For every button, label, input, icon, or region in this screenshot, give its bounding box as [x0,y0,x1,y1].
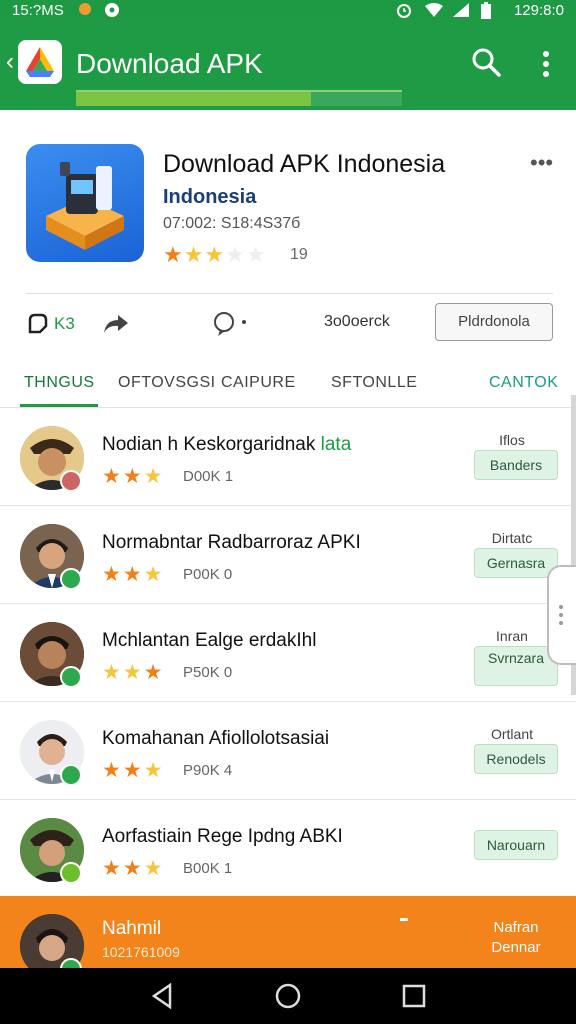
system-nav-bar [0,968,576,1024]
download-progress-bar [76,90,402,106]
status-badge [60,470,82,492]
overflow-menu-icon[interactable]: ••• [530,150,553,176]
list-item-tag-button[interactable]: Banders [474,450,558,480]
featured-right-top: Nafran [493,919,539,936]
list-item[interactable]: Komahanan Afiollolotsasiai ★★★ P90K 4 Or… [0,702,576,800]
app-name: Download APK Indonesia [163,150,446,178]
list-item-count: P00K 0 [183,566,233,583]
list-item-count: P50K 0 [183,664,233,681]
list-item[interactable]: Mchlantan Ealge erdakIhl ★★★ P50K 0 Inra… [0,604,576,702]
recents-nav-icon[interactable] [400,982,428,1010]
star-icon: ★ [183,242,205,267]
divider [26,293,553,294]
list-item-tag-button[interactable]: Gernasra [474,548,558,578]
notification-icon [78,2,92,19]
featured-dash [400,918,408,921]
middle-action-label[interactable]: 3o0oerck [324,313,390,331]
app-bar: ‹ Download APK [0,22,576,110]
list-item-title: Aorfastiain Rege Ipdng ABKI [102,826,343,847]
featured-title: Nahmil [102,918,162,939]
tab-cantok[interactable]: CANTOK [489,374,558,392]
status-bar: 15:?MS 129:8:0 [0,0,576,22]
download-progress-fill [76,90,311,106]
app-bar-title: Download APK [76,48,263,79]
featured-right-text: Nafran Dennar [474,918,558,958]
tab-bar: THNGUS OFTOVSGSI CAIPURE SFTONLLE CANTOK [0,360,576,408]
tab-oftovsgsi[interactable]: OFTOVSGSI [118,374,216,392]
list-item-label: Iflos [499,432,525,448]
list-item-title: Normabntar Radbarroraz APKI [102,532,361,553]
app-subtitle: Indonesia [163,186,257,208]
share-icon[interactable] [102,312,130,341]
like-icon[interactable] [26,312,50,341]
list-item-stars: ★★★ [102,661,165,684]
list-item[interactable]: Aorfastiain Rege Ipdng ABKI ★★★ B00K 1 N… [0,800,576,898]
status-time: 15:?MS [12,2,64,19]
list-item-label: Dirtatc [491,530,533,546]
list-item-title: Mchlantan Ealge erdakIhl [102,630,317,651]
progress-highlight [76,90,402,92]
featured-subtitle: 1021761009 [102,944,180,960]
list-item-tag-button[interactable]: Svrnzara [474,646,558,686]
status-badge [60,568,82,590]
status-badge [60,666,82,688]
status-badge [60,862,82,884]
app-logo [18,40,62,84]
more-vert-icon[interactable] [534,48,558,80]
star-icon: ★ [245,242,267,267]
install-button[interactable]: Pldrdonola [435,303,553,341]
list-item-label: Ortlant [490,726,533,742]
app-meta: 07:002: S18:4S37б [163,215,301,232]
list-item-stars: ★★★ [102,759,165,782]
tab-caipure[interactable]: CAIPURE [221,374,296,392]
list-item[interactable]: Normabntar Radbarroraz APKI ★★★ P00K 0 D… [0,506,576,604]
list-item-title: Nodian h Keskorgaridnak lata [102,434,352,455]
like-count: K3 [54,314,75,333]
list-item-count: P90K 4 [183,762,233,779]
list-item-stars: ★★★ [102,857,165,880]
featured-right-bottom: Dennar [491,939,541,956]
back-nav-icon[interactable] [148,982,176,1010]
screen: 15:?MS 129:8:0 ‹ Download APK Download A… [0,0,576,1024]
app-icon[interactable] [26,144,144,262]
list-item-label: Inran [496,628,528,644]
app-rating-stars: ★★★★★ [163,242,267,268]
signal-icon [452,2,470,21]
tab-sftonlle[interactable]: SFTONLLE [331,374,417,392]
status-clock: 129:8:0 [513,2,564,19]
status-badge [60,764,82,786]
chevron-left-icon[interactable]: ‹ [6,48,14,76]
search-icon[interactable] [470,46,502,78]
wifi-icon [424,2,444,21]
list-item[interactable]: Nodian h Keskorgaridnak lata ★★★ D00K 1 … [0,408,576,506]
list-item-title: Komahanan Afiollolotsasiai [102,728,330,749]
battery-icon [480,2,492,23]
list-item-stars: ★★★ [102,465,165,488]
app-notification-icon [104,2,120,21]
tab-thngus[interactable]: THNGUS [24,374,95,392]
star-icon: ★ [163,242,184,267]
star-icon: ★ [204,242,226,267]
star-icon: ★ [225,242,246,267]
app-rating-count: 19 [290,246,308,263]
list-item-tag-button[interactable]: Narouarn [474,830,558,860]
alarm-icon [396,2,412,21]
list-item-tag-button[interactable]: Renodels [474,744,558,774]
list-item-stars: ★★★ [102,563,165,586]
comment-icon[interactable] [212,311,248,344]
list-item-count: B00K 1 [183,860,233,877]
list-item-count: D00K 1 [183,468,234,485]
scrollbar-handle[interactable] [547,565,576,665]
tab-indicator [20,404,98,407]
home-nav-icon[interactable] [274,982,302,1010]
